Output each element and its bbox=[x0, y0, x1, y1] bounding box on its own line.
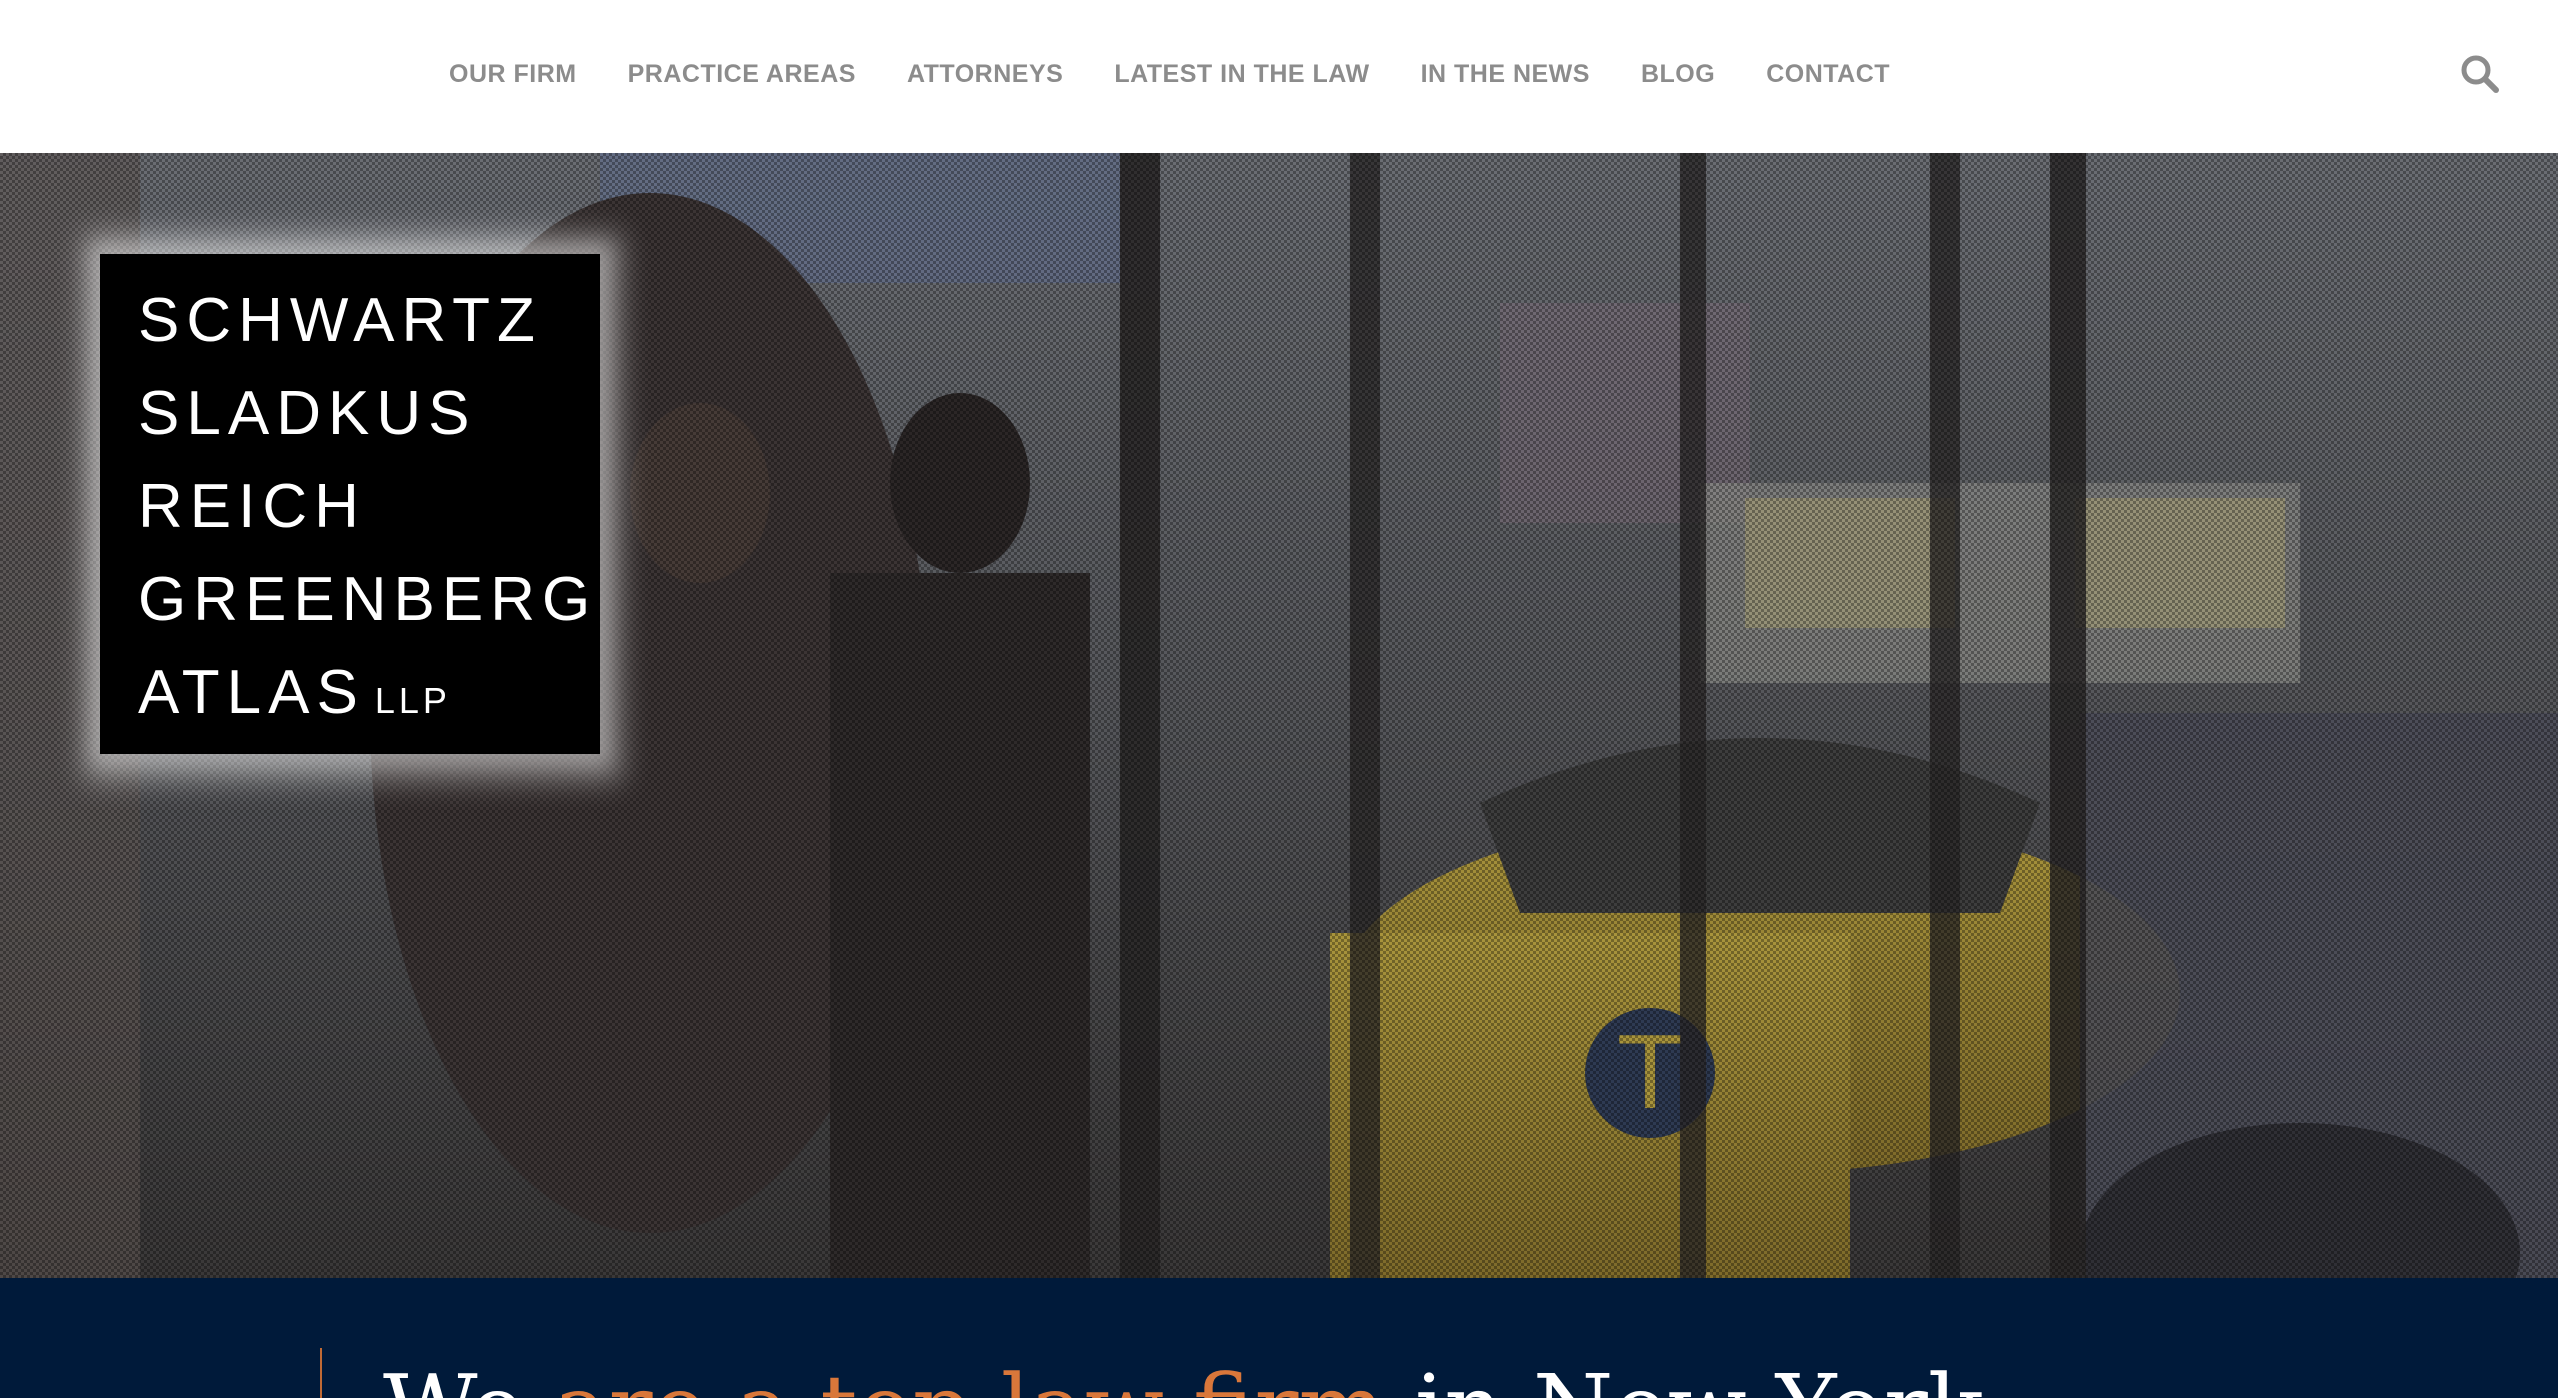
logo-line-reich: REICH bbox=[138, 472, 366, 541]
nav-practice-areas[interactable]: PRACTICE AREAS bbox=[628, 60, 856, 89]
tagline-heading: We are a top law firm in New York bbox=[383, 1363, 1984, 1398]
tagline-tail: in New York bbox=[1386, 1355, 1984, 1398]
nav-our-firm[interactable]: OUR FIRM bbox=[449, 60, 577, 89]
logo-line-schwartz: SCHWARTZ bbox=[138, 286, 542, 355]
logo-line-atlas: ATLAS LLP bbox=[138, 662, 451, 724]
logo-line-greenberg: GREENBERG bbox=[138, 565, 598, 634]
nav-attorneys[interactable]: ATTORNEYS bbox=[907, 60, 1063, 89]
tagline-rule bbox=[320, 1348, 322, 1398]
firm-logo[interactable]: SCHWARTZ SLADKUS REICH GREENBERG ATLAS LL… bbox=[100, 254, 600, 754]
tagline-accent: are a top law firm bbox=[554, 1355, 1386, 1398]
site-header: OUR FIRM PRACTICE AREAS ATTORNEYS LATEST… bbox=[0, 0, 2558, 153]
nav-blog[interactable]: BLOG bbox=[1641, 60, 1715, 89]
nav-in-the-news[interactable]: IN THE NEWS bbox=[1421, 60, 1590, 89]
tagline-band: We are a top law firm in New York bbox=[0, 1278, 2558, 1398]
logo-atlas-text: ATLAS bbox=[138, 658, 365, 727]
logo-line-sladkus: SLADKUS bbox=[138, 379, 477, 448]
search-icon[interactable] bbox=[2458, 52, 2502, 96]
main-nav: OUR FIRM PRACTICE AREAS ATTORNEYS LATEST… bbox=[449, 0, 1941, 148]
logo-llp-suffix: LLP bbox=[374, 680, 451, 721]
tagline-lead: We bbox=[383, 1355, 554, 1398]
nav-latest-in-the-law[interactable]: LATEST IN THE LAW bbox=[1114, 60, 1369, 89]
nav-contact[interactable]: CONTACT bbox=[1766, 60, 1890, 89]
